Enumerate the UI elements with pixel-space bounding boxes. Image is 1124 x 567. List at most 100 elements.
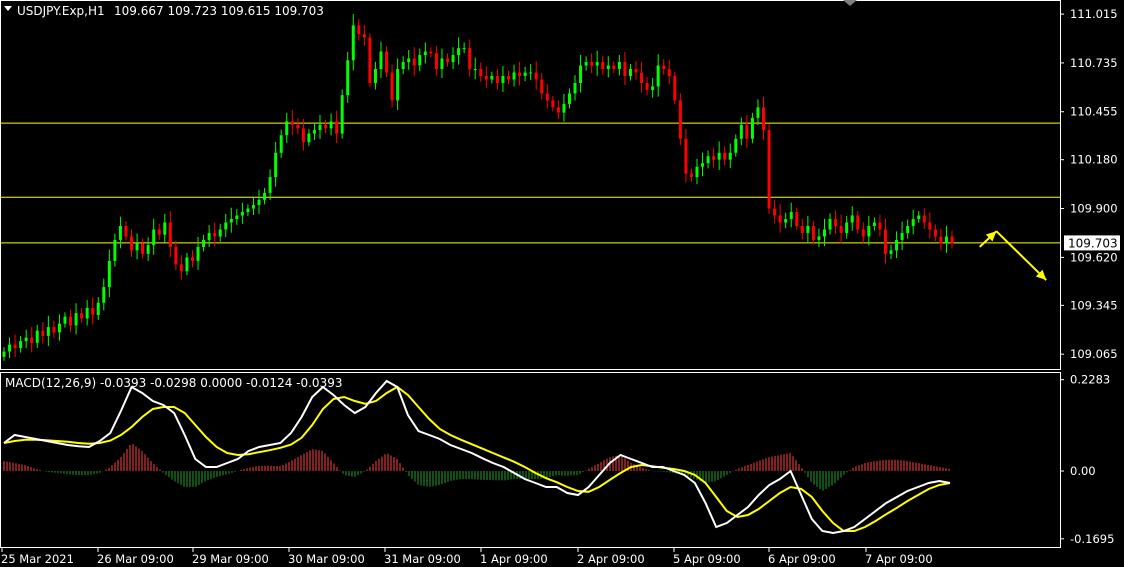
candle-body xyxy=(340,95,344,134)
candlestick-series xyxy=(2,14,954,361)
candle-body xyxy=(24,337,28,342)
candle-body xyxy=(728,152,732,160)
candle-body xyxy=(335,121,339,134)
candle-body xyxy=(396,69,400,101)
candle-body xyxy=(795,212,799,226)
candle-body xyxy=(130,236,134,251)
candle-body xyxy=(96,302,100,315)
horizontal-levels[interactable] xyxy=(1,122,1060,244)
candle-body xyxy=(673,75,677,101)
time-axis: 25 Mar 2021 26 Mar 09:00 29 Mar 09:00 30 Ma… xyxy=(1,548,933,566)
candle-body xyxy=(351,25,355,61)
candle-body xyxy=(551,100,555,108)
candle-body xyxy=(329,121,333,129)
candle-body xyxy=(163,222,167,235)
candle-body xyxy=(263,192,267,200)
chart-shift-marker-icon[interactable] xyxy=(843,0,857,6)
candle-body xyxy=(573,82,577,94)
candle-body xyxy=(379,51,383,70)
candle-body xyxy=(845,222,849,233)
candle-body xyxy=(324,124,328,129)
price-tick-label: 110.455 xyxy=(1070,105,1118,119)
candle-body xyxy=(723,152,727,160)
candle-body xyxy=(612,65,616,70)
candle-body xyxy=(490,75,494,80)
candle-body xyxy=(911,219,915,226)
time-tick-label: 7 Apr 09:00 xyxy=(865,552,933,566)
candle-body xyxy=(872,222,876,226)
candle-body xyxy=(495,75,499,83)
candle-body xyxy=(745,124,749,139)
candle-body xyxy=(506,75,510,80)
candle-body xyxy=(678,100,682,139)
time-tick-label: 30 Mar 09:00 xyxy=(288,552,365,566)
candle-body xyxy=(684,138,688,174)
candle-body xyxy=(385,51,389,73)
candle-body xyxy=(767,130,771,209)
macd-indicator xyxy=(3,379,951,535)
chart-canvas[interactable]: 111.015 110.735 110.455 110.180 109.900 109.6… xyxy=(0,0,1124,567)
macd-tick-label: 0.00 xyxy=(1070,464,1096,478)
candle-body xyxy=(401,62,405,70)
candle-body xyxy=(91,307,95,315)
drawn-arrows[interactable] xyxy=(979,230,1047,281)
candle-body xyxy=(218,229,222,237)
candle-body xyxy=(562,103,566,113)
ohlc-header: 109.667 109.723 109.615 109.703 xyxy=(114,4,324,18)
candle-body xyxy=(35,330,39,343)
price-tick-label: 109.900 xyxy=(1070,202,1118,216)
candle-body xyxy=(567,93,571,104)
candle-body xyxy=(717,152,721,160)
candle-body xyxy=(2,351,6,357)
candle-body xyxy=(312,130,316,134)
candle-body xyxy=(80,313,84,319)
candle-body xyxy=(601,62,605,70)
candle-body xyxy=(257,199,261,206)
candle-body xyxy=(817,236,821,240)
candle-body xyxy=(822,229,826,237)
candle-body xyxy=(13,344,17,349)
macd-tick-label: -0.1695 xyxy=(1070,532,1114,546)
candle-body xyxy=(462,48,466,50)
main-pane-frame xyxy=(0,0,1061,370)
macd-pane-frame xyxy=(0,372,1061,548)
candle-body xyxy=(734,138,738,153)
candle-body xyxy=(285,121,289,136)
candle-body xyxy=(224,222,228,230)
price-tick-label: 110.735 xyxy=(1070,56,1118,70)
candle-body xyxy=(41,330,45,336)
candle-body xyxy=(750,117,754,139)
candle-body xyxy=(640,72,644,83)
candle-body xyxy=(645,82,649,90)
candle-body xyxy=(606,65,610,70)
candle-body xyxy=(651,86,655,90)
candle-body xyxy=(185,257,189,272)
candle-body xyxy=(800,225,804,233)
candle-body xyxy=(357,25,361,35)
candle-body xyxy=(19,341,23,349)
candle-body xyxy=(889,250,893,254)
candle-body xyxy=(617,62,621,70)
candle-body xyxy=(174,246,178,265)
candle-body xyxy=(279,135,283,153)
candle-body xyxy=(484,75,488,80)
symbol-dropdown-icon[interactable] xyxy=(4,6,12,11)
price-axis: 111.015 110.735 110.455 110.180 109.900 109.6… xyxy=(1060,7,1118,361)
candle-body xyxy=(867,225,871,237)
time-tick-label: 26 Mar 09:00 xyxy=(97,552,174,566)
candle-body xyxy=(423,51,427,56)
candle-body xyxy=(534,72,538,80)
candle-body xyxy=(712,156,716,160)
candle-body xyxy=(906,225,910,233)
candle-body xyxy=(168,222,172,247)
candle-body xyxy=(85,307,89,319)
candle-body xyxy=(213,232,217,237)
candle-body xyxy=(739,124,743,139)
candle-body xyxy=(473,69,477,71)
candle-body xyxy=(268,177,272,193)
candle-body xyxy=(518,72,522,76)
candle-body xyxy=(922,215,926,223)
candle-body xyxy=(8,344,12,352)
candle-body xyxy=(207,232,211,240)
candle-body xyxy=(556,107,560,113)
